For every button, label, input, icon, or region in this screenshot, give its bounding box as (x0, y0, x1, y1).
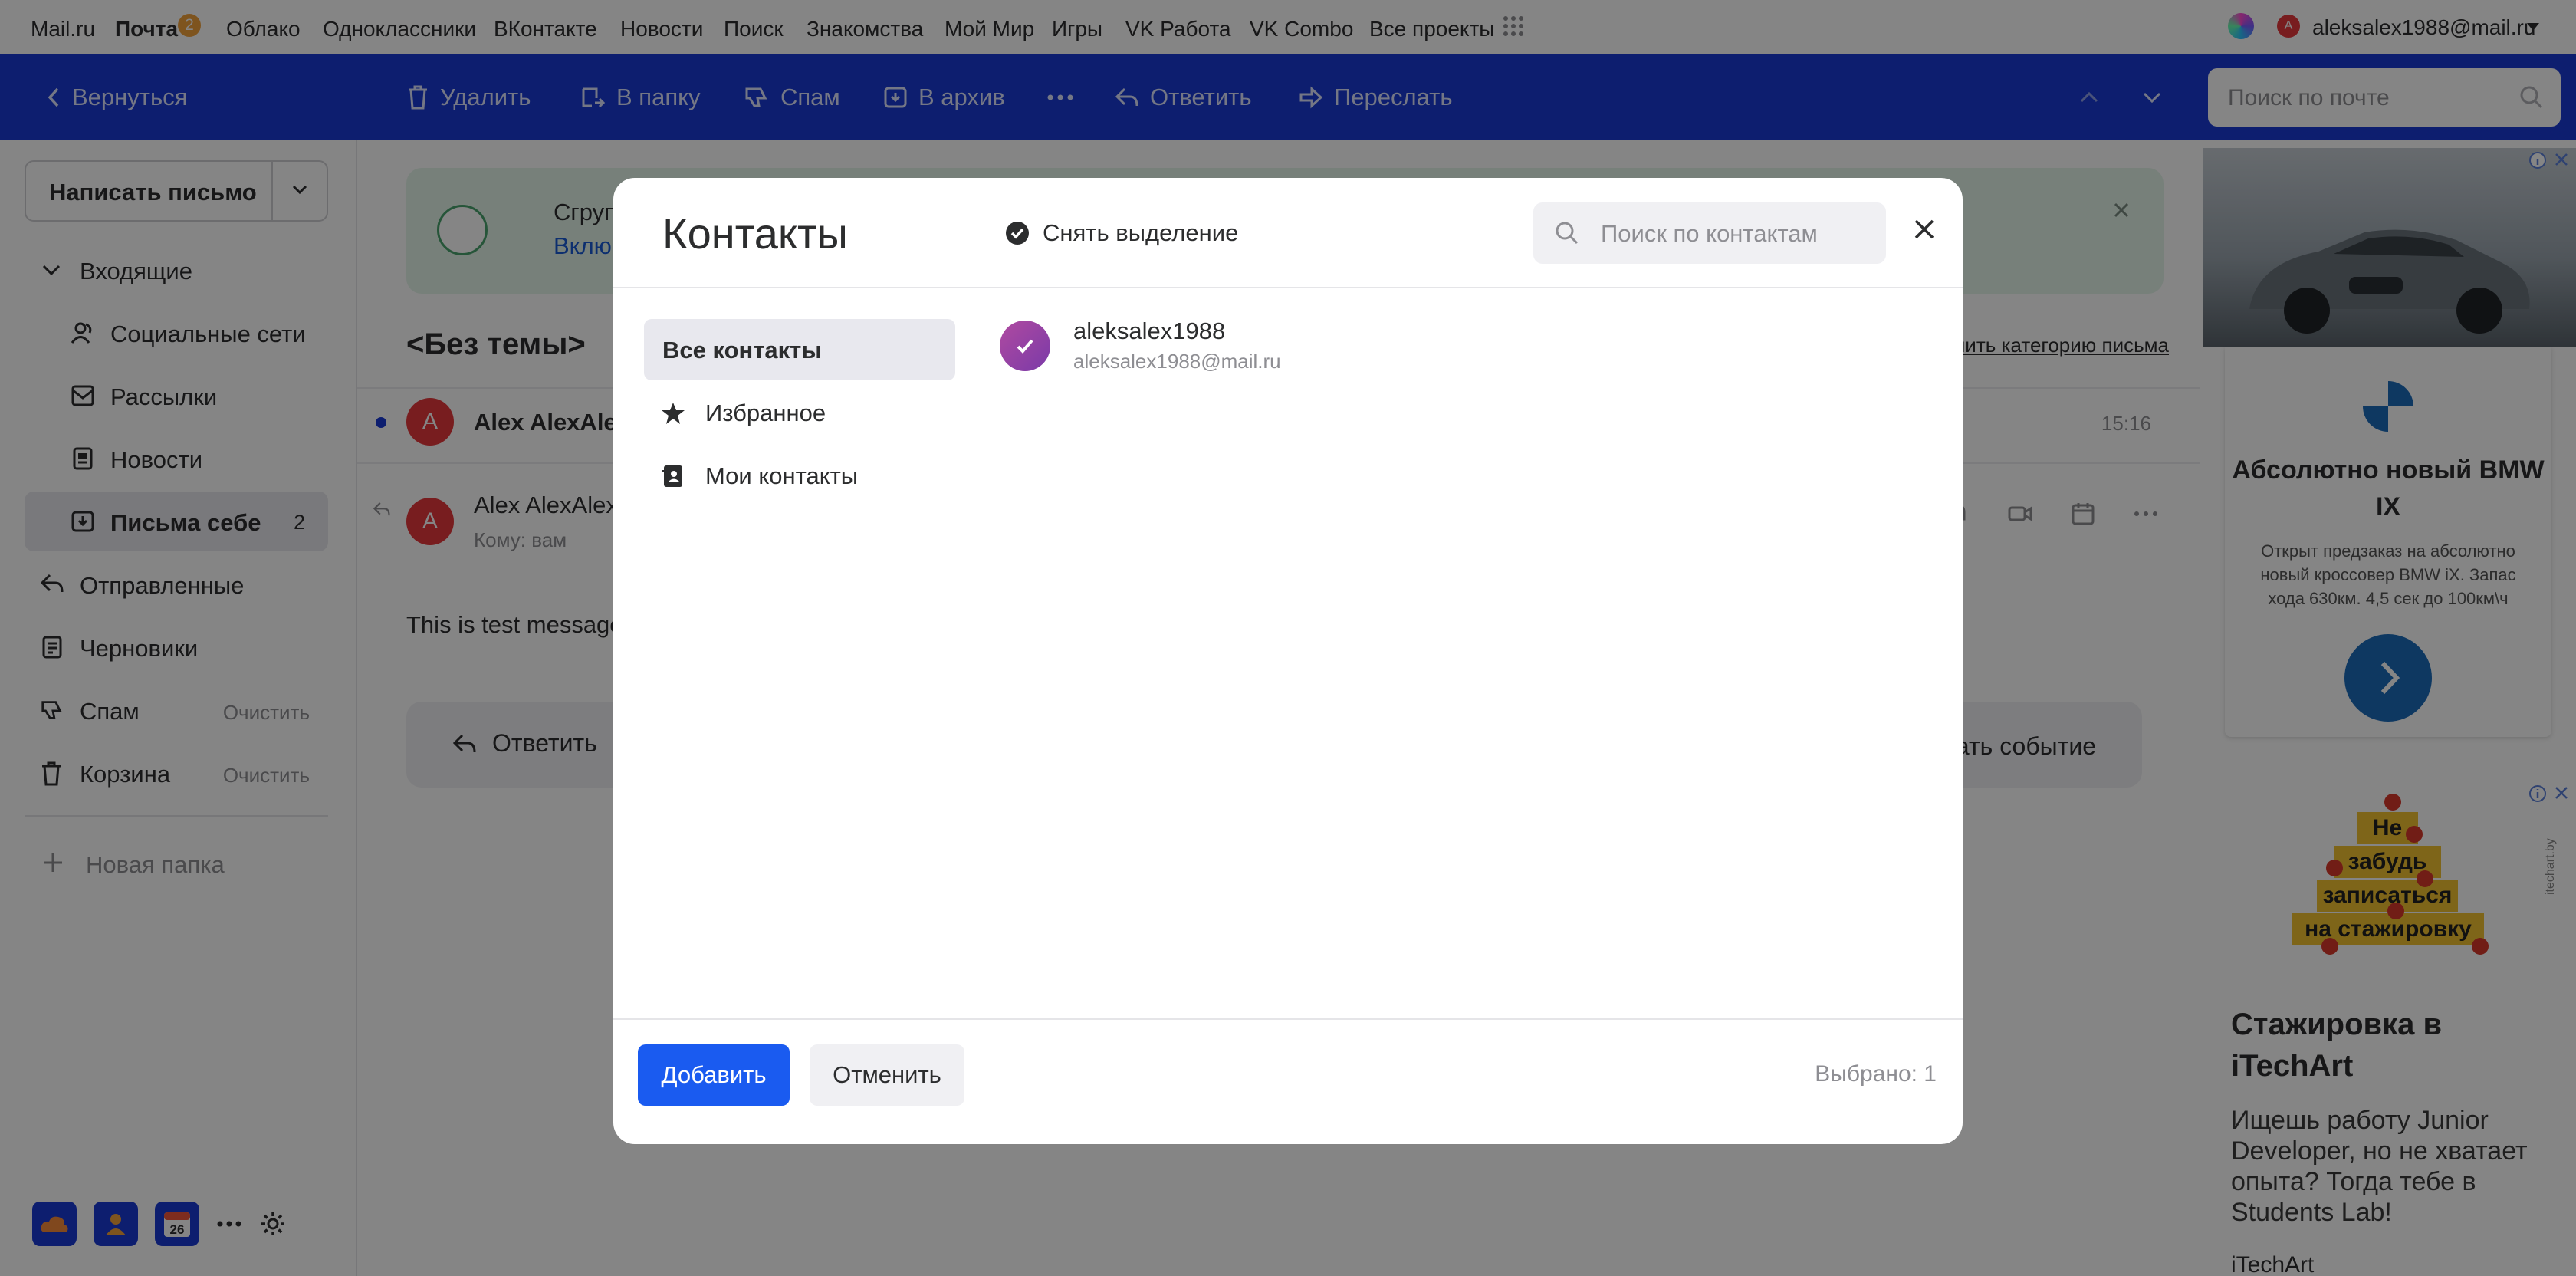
category-label: Все контакты (662, 337, 822, 363)
check-circle-icon (1006, 222, 1029, 245)
modal-divider (613, 287, 1963, 288)
category-favorites[interactable]: Избранное (644, 382, 955, 443)
selected-count: Выбрано: 1 (1815, 1061, 1937, 1087)
contact-search-input[interactable] (1599, 218, 1871, 250)
deselect-button[interactable]: Снять выделение (1004, 219, 1238, 247)
close-modal-button[interactable] (1905, 210, 1944, 248)
contact-selected-avatar[interactable] (1000, 321, 1050, 371)
check-icon (1017, 339, 1033, 354)
category-my-contacts[interactable]: Мои контакты (644, 445, 955, 506)
contact-name: aleksalex1988 (1073, 317, 1226, 344)
close-icon (1914, 219, 1934, 239)
contact-search-box (1533, 202, 1886, 264)
modal-divider (613, 1018, 1963, 1020)
cancel-button[interactable]: Отменить (810, 1044, 964, 1106)
search-icon (1556, 222, 1579, 245)
add-button[interactable]: Добавить (638, 1044, 790, 1106)
category-label: Избранное (705, 400, 826, 426)
contact-book-icon (662, 465, 682, 487)
star-icon (662, 403, 685, 424)
modal-title: Контакты (662, 209, 848, 258)
category-all-contacts[interactable]: Все контакты (644, 319, 955, 380)
contact-email: aleksalex1988@mail.ru (1073, 350, 1281, 373)
contact-row[interactable]: aleksalex1988 aleksalex1988@mail.ru (981, 305, 1947, 390)
contacts-modal: Контакты Снять выделение Все контакты Из… (613, 178, 1963, 1144)
deselect-label: Снять выделение (1043, 219, 1239, 246)
category-label: Мои контакты (705, 462, 859, 489)
